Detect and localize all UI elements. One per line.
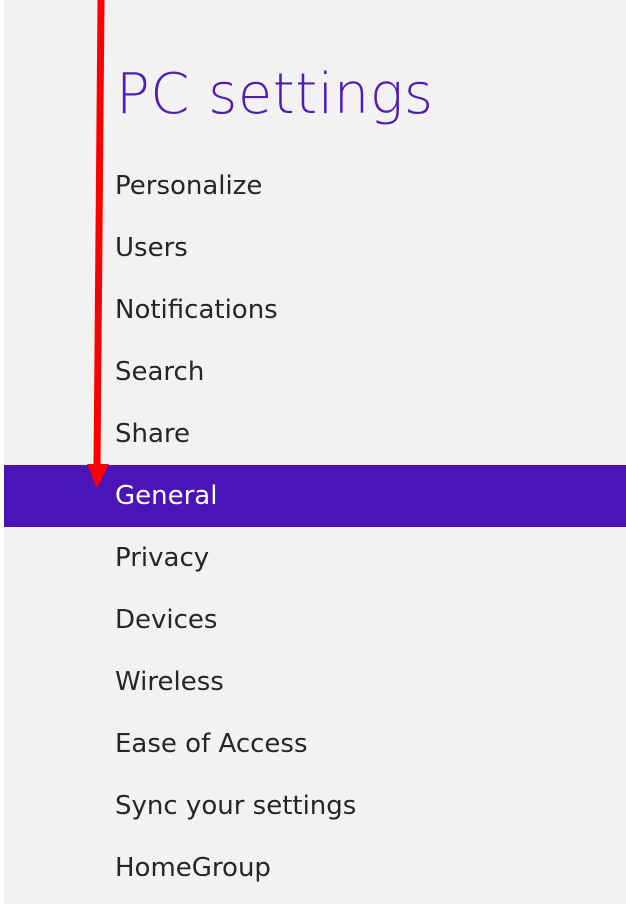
nav-item-general[interactable]: General [4,465,626,527]
nav-item-ease-of-access[interactable]: Ease of Access [4,713,626,775]
nav-item-search[interactable]: Search [4,341,626,403]
nav-item-share[interactable]: Share [4,403,626,465]
page-title: PC settings [116,62,434,127]
settings-nav-list: Personalize Users Notifications Search S… [4,155,626,899]
nav-item-sync-your-settings[interactable]: Sync your settings [4,775,626,837]
nav-item-personalize[interactable]: Personalize [4,155,626,217]
nav-item-users[interactable]: Users [4,217,626,279]
nav-item-wireless[interactable]: Wireless [4,651,626,713]
settings-pane: PC settings Personalize Users Notificati… [4,0,626,904]
nav-item-homegroup[interactable]: HomeGroup [4,837,626,899]
nav-item-privacy[interactable]: Privacy [4,527,626,589]
nav-item-devices[interactable]: Devices [4,589,626,651]
nav-item-notifications[interactable]: Notifications [4,279,626,341]
